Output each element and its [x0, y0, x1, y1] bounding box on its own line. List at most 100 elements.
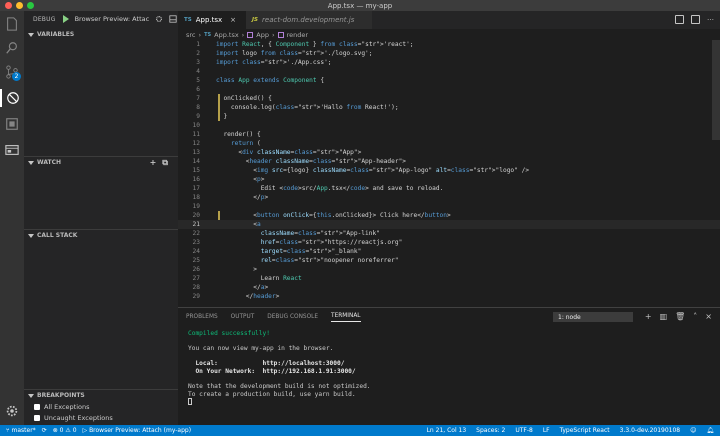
editor-scrollbar[interactable] [712, 40, 720, 140]
status-right: Ln 21, Col 13 Spaces: 2 UTF-8 LF TypeScr… [427, 427, 714, 434]
code-line[interactable]: 26 > [178, 265, 720, 274]
end-of-line[interactable]: LF [543, 427, 550, 434]
debug-icon[interactable] [0, 89, 24, 107]
collapse-all-icon[interactable]: ⧉ [162, 158, 168, 168]
breadcrumb-symbol[interactable]: App [256, 31, 269, 39]
encoding[interactable]: UTF-8 [515, 427, 533, 434]
breakpoints-section-header[interactable]: BREAKPOINTS [24, 390, 178, 401]
breakpoint-uncaught-exceptions[interactable]: Uncaught Exceptions [34, 414, 113, 422]
breakpoint-checkbox[interactable] [34, 415, 40, 421]
indentation[interactable]: Spaces: 2 [476, 427, 505, 434]
breadcrumb-folder[interactable]: src [186, 31, 196, 39]
problems-status[interactable]: ⊗ 0 ⚠ 0 [53, 427, 77, 434]
source-control-icon[interactable]: 2 [3, 63, 21, 81]
code-line[interactable]: 15 <img src={logo} className=class="str"… [178, 166, 720, 175]
code-line[interactable]: 17 Edit <code>src/App.tsx</code> and sav… [178, 184, 720, 193]
extensions-icon[interactable] [3, 115, 21, 133]
line-number: 20 [192, 212, 200, 219]
code-line[interactable]: 21 <a [178, 220, 720, 229]
tab-terminal[interactable]: TERMINAL [331, 313, 361, 322]
kill-terminal-icon[interactable]: 🗑 [675, 312, 685, 321]
close-icon[interactable]: × [230, 16, 236, 24]
code-line[interactable]: 3 import class="str">'./App.css'; [178, 58, 720, 67]
code-line[interactable]: 1 import React, { Component } from class=… [178, 40, 720, 49]
code-line[interactable]: 13 <div className=class="str">"App"> [178, 148, 720, 157]
compare-icon[interactable] [675, 15, 684, 24]
line-number: 14 [192, 158, 200, 165]
code-line[interactable]: 29 </header> [178, 292, 720, 301]
terminal-line: Note that the development build is not o… [188, 383, 371, 391]
debug-target-status[interactable]: ▷ Browser Preview: Attach (my-app) [83, 427, 192, 434]
code-line[interactable]: 19 [178, 202, 720, 211]
breadcrumb-method[interactable]: render [287, 31, 308, 39]
code-line[interactable]: 6 [178, 85, 720, 94]
more-actions-icon[interactable]: … [707, 15, 716, 24]
code-line[interactable]: 14 <header className=class="str">"App-he… [178, 157, 720, 166]
error-count: 0 [59, 427, 64, 434]
code-line[interactable]: 23 href=class="str">"https://reactjs.org… [178, 238, 720, 247]
code-line[interactable]: 4 [178, 67, 720, 76]
code-line[interactable]: 22 className=class="str">"App-link" [178, 229, 720, 238]
search-icon[interactable] [3, 39, 21, 57]
language-mode[interactable]: TypeScript React [560, 427, 610, 434]
code-line[interactable]: 11 render() { [178, 130, 720, 139]
tab-debug-console[interactable]: DEBUG CONSOLE [267, 314, 318, 320]
code-line[interactable]: 27 Learn React [178, 274, 720, 283]
window-title: App.tsx — my-app [327, 1, 393, 10]
tab-react-dom[interactable]: JS react-dom.development.js [246, 11, 372, 29]
maximize-window-button[interactable] [27, 2, 34, 9]
debug-settings-gear-icon[interactable] [154, 15, 163, 24]
add-expression-icon[interactable]: + [150, 158, 157, 167]
code-line[interactable]: 2 import logo from class="str">'./logo.sv… [178, 49, 720, 58]
code-line[interactable]: 12 return ( [178, 139, 720, 148]
tab-output[interactable]: OUTPUT [231, 314, 255, 320]
split-editor-icon[interactable] [691, 15, 700, 24]
cursor-position[interactable]: Ln 21, Col 13 [427, 427, 467, 434]
sync-icon[interactable]: ⟳ [42, 427, 47, 434]
code-line[interactable]: 28 </a> [178, 283, 720, 292]
feedback-icon[interactable]: ☺ [690, 427, 696, 434]
terminal-select[interactable]: 1: node [553, 312, 633, 322]
code-line[interactable]: 20 <button onClick={this.onClicked}> Cli… [178, 211, 720, 220]
code-editor[interactable]: 1 import React, { Component } from class=… [178, 40, 720, 307]
maximize-panel-icon[interactable]: ˄ [693, 312, 697, 321]
watch-section-header[interactable]: WATCH + ⧉ [24, 157, 178, 168]
code-line[interactable]: 9 } [178, 112, 720, 121]
branch-status[interactable]: ⑂ master* [6, 427, 36, 434]
debug-config-select[interactable]: Browser Preview: Attac [75, 15, 150, 23]
code-line[interactable]: 16 <p> [178, 175, 720, 184]
tab-app-tsx[interactable]: TS App.tsx × [178, 11, 246, 29]
code-text: target=class="str">"_blank" [260, 248, 362, 255]
breadcrumb-file[interactable]: App.tsx [214, 31, 239, 39]
call-stack-section-header[interactable]: CALL STACK [24, 230, 178, 241]
code-line[interactable]: 10 [178, 121, 720, 130]
code-text: import React, { Component } from class="… [216, 41, 414, 48]
breakpoint-checkbox[interactable] [34, 404, 40, 410]
explorer-icon[interactable] [3, 15, 21, 33]
typescript-version[interactable]: 3.3.0-dev.20190108 [620, 427, 680, 434]
close-window-button[interactable] [5, 2, 12, 9]
code-line[interactable]: 24 target=class="str">"_blank" [178, 247, 720, 256]
tab-problems[interactable]: PROBLEMS [186, 314, 218, 320]
split-terminal-icon[interactable]: ▥ [660, 312, 668, 321]
settings-gear-icon[interactable] [5, 404, 19, 418]
editor-area: TS App.tsx × JS react-dom.development.js… [178, 11, 720, 307]
debug-console-icon[interactable] [168, 15, 177, 24]
code-line[interactable]: 7 onClicked() { [178, 94, 720, 103]
code-text: return ( [230, 140, 261, 147]
notifications-icon[interactable]: 🔔︎ [706, 427, 714, 434]
variables-section-header[interactable]: VARIABLES [24, 29, 178, 40]
code-line[interactable]: 18 </p> [178, 193, 720, 202]
breakpoint-all-exceptions[interactable]: All Exceptions [34, 403, 90, 411]
browser-preview-icon[interactable] [3, 141, 21, 159]
new-terminal-icon[interactable]: + [645, 312, 652, 321]
code-line[interactable]: 5 class App extends Component { [178, 76, 720, 85]
minimize-window-button[interactable] [16, 2, 23, 9]
close-panel-icon[interactable]: × [705, 312, 712, 321]
code-line[interactable]: 25 rel=class="str">"noopener noreferrer" [178, 256, 720, 265]
code-line[interactable]: 8 console.log(class="str">'Hallo from Re… [178, 103, 720, 112]
start-debugging-icon[interactable] [62, 15, 69, 23]
line-number: 11 [192, 131, 200, 138]
terminal-output[interactable]: Compiled successfully! You can now view … [188, 330, 371, 406]
